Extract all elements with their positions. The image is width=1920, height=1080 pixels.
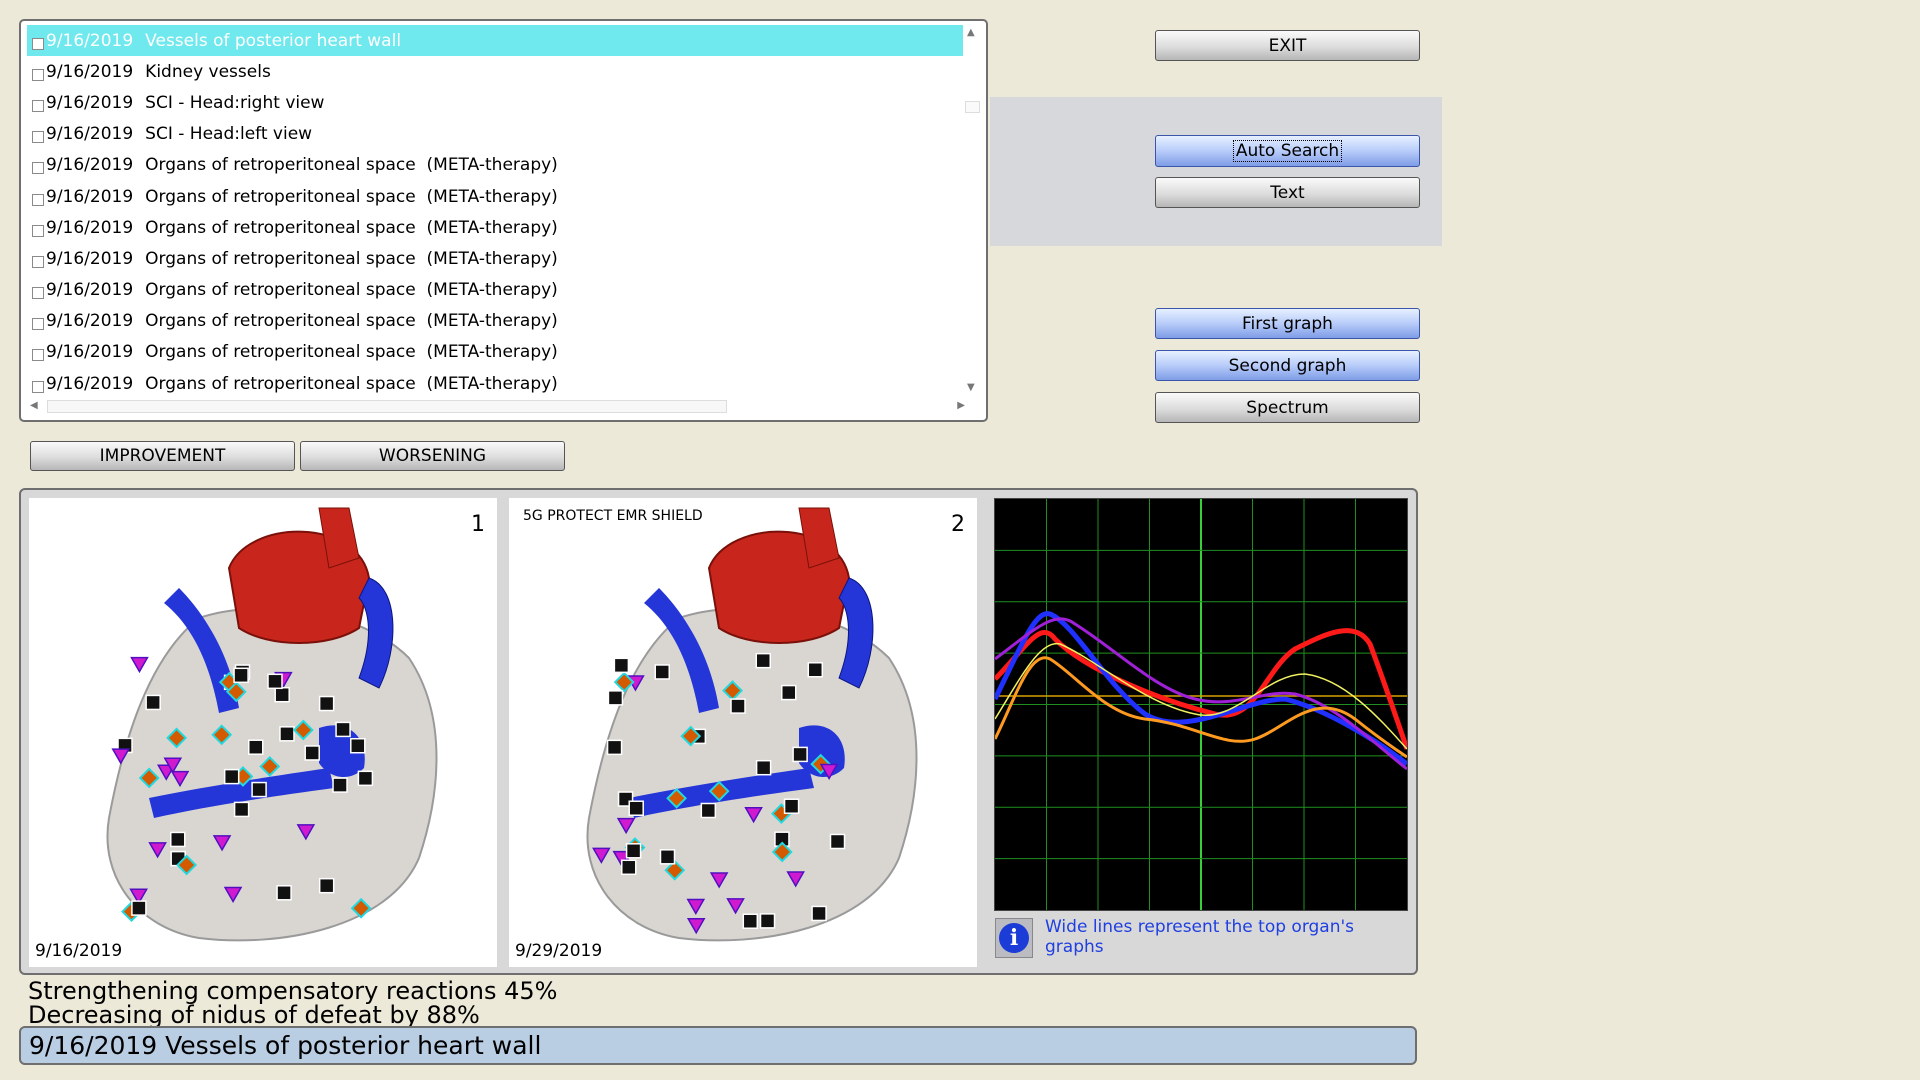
row-checkbox[interactable] [32,162,44,175]
text-button-label: Text [1270,182,1305,203]
image-number: 1 [471,512,485,537]
row-checkbox[interactable] [32,349,44,362]
session-list-panel: 9/16/2019 Vessels of posterior heart wall… [19,19,988,422]
heart-anatomy-image [586,507,918,942]
row-checkbox[interactable] [32,68,44,81]
item-name: SCI - Head:right view [145,92,325,113]
image-number: 2 [951,512,965,537]
item-name: Organs of retroperitoneal space (META-th… [145,186,558,207]
session-list-item[interactable]: 9/16/2019 SCI - Head:left view [27,119,973,150]
item-date: 9/16/2019 [46,248,134,269]
item-name: Kidney vessels [145,61,271,82]
session-list-item[interactable]: 9/16/2019 Organs of retroperitoneal space… [27,275,973,306]
image-date: 9/16/2019 [35,941,123,961]
item-name: Organs of retroperitoneal space (META-th… [145,155,558,176]
session-list-item[interactable]: 9/16/2019 Organs of retroperitoneal space… [27,150,973,181]
item-date: 9/16/2019 [46,30,134,51]
status-bar: 9/16/2019 Vessels of posterior heart wal… [19,1026,1417,1065]
item-name: Organs of retroperitoneal space (META-th… [145,248,558,269]
item-name: Organs of retroperitoneal space (META-th… [145,342,558,363]
vertical-scrollbar[interactable]: ▲ ▼ [963,25,980,395]
info-icon: i [995,918,1033,958]
horizontal-scrollbar[interactable]: ◀ ▶ [27,398,968,416]
session-list[interactable]: 9/16/2019 Vessels of posterior heart wall… [27,25,973,395]
row-checkbox[interactable] [32,318,44,331]
first-graph-button-label: First graph [1242,313,1333,334]
item-date: 9/16/2019 [46,155,134,176]
image-caption: 5G PROTECT EMR SHIELD [523,508,703,524]
horizontal-scroll-thumb[interactable] [47,400,727,413]
spectrum-button[interactable]: Spectrum [1155,392,1420,423]
item-date: 9/16/2019 [46,124,134,145]
text-button[interactable]: Text [1155,177,1420,208]
session-list-item[interactable]: 9/16/2019 Organs of retroperitoneal space… [27,181,973,212]
scroll-right-arrow-icon[interactable]: ▶ [957,400,965,411]
scroll-up-arrow-icon[interactable]: ▲ [967,27,975,38]
first-graph-button[interactable]: First graph [1155,308,1420,339]
session-list-item[interactable]: 9/16/2019 Organs of retroperitoneal space… [27,306,973,337]
improvement-button-label: IMPROVEMENT [99,446,226,466]
row-checkbox[interactable] [32,37,44,50]
first-heart-image[interactable]: 1 9/16/2019 [29,498,497,967]
second-graph-button[interactable]: Second graph [1155,350,1420,381]
worsening-button[interactable]: WORSENING [300,441,565,471]
vertical-scroll-thumb[interactable] [965,101,980,113]
item-date: 9/16/2019 [46,311,134,332]
item-date: 9/16/2019 [46,92,134,113]
item-date: 9/16/2019 [46,280,134,301]
spectrum-button-label: Spectrum [1246,397,1329,418]
auto-search-button-label: Auto Search [1232,140,1343,162]
row-checkbox[interactable] [32,380,44,393]
session-list-item[interactable]: 9/16/2019 Organs of retroperitoneal space… [27,337,973,368]
row-checkbox[interactable] [32,255,44,268]
row-checkbox[interactable] [32,99,44,112]
exit-button-label: EXIT [1268,35,1307,56]
session-list-item[interactable]: 9/16/2019 Organs of retroperitoneal space… [27,243,973,274]
item-name: Vessels of posterior heart wall [145,30,402,51]
graph-info-text: Wide lines represent the top organ's gra… [1045,917,1355,957]
row-checkbox[interactable] [32,224,44,237]
item-date: 9/16/2019 [46,342,134,363]
exit-button[interactable]: EXIT [1155,30,1420,61]
session-list-item[interactable]: 9/16/2019 SCI - Head:right view [27,87,973,118]
item-name: SCI - Head:left view [145,124,313,145]
session-list-item[interactable]: 9/16/2019 Organs of retroperitoneal space… [27,368,973,395]
row-checkbox[interactable] [32,193,44,206]
search-options-band [990,97,1442,246]
scroll-down-arrow-icon[interactable]: ▼ [967,382,975,393]
item-date: 9/16/2019 [46,61,134,82]
result-nidus: Decreasing of nidus of defeat by 88% [28,1001,480,1029]
result-compensatory: Strengthening compensatory reactions 45% [28,977,558,1005]
status-text: 9/16/2019 Vessels of posterior heart wal… [29,1031,542,1060]
item-name: Organs of retroperitoneal space (META-th… [145,373,558,394]
item-date: 9/16/2019 [46,373,134,394]
graph-canvas [992,499,1410,910]
item-name: Organs of retroperitoneal space (META-th… [145,217,558,238]
heart-anatomy-image [106,507,438,942]
comparison-panel: 1 9/16/2019 5G PROTECT EMR SHIELD 2 9/29… [19,488,1418,975]
item-name: Organs of retroperitoneal space (META-th… [145,311,558,332]
worsening-button-label: WORSENING [378,446,487,466]
auto-search-button[interactable]: Auto Search [1155,135,1420,167]
second-graph-button-label: Second graph [1228,355,1347,376]
item-name: Organs of retroperitoneal space (META-th… [145,280,558,301]
item-date: 9/16/2019 [46,217,134,238]
row-checkbox[interactable] [32,287,44,300]
second-heart-image[interactable]: 5G PROTECT EMR SHIELD 2 9/29/2019 [509,498,977,967]
image-date: 9/29/2019 [515,941,603,961]
spectrum-graph[interactable] [992,498,1410,911]
row-checkbox[interactable] [32,131,44,144]
session-list-item[interactable]: 9/16/2019 Kidney vessels [27,56,973,87]
session-list-item[interactable]: 9/16/2019 Vessels of posterior heart wall [27,25,973,57]
session-list-item[interactable]: 9/16/2019 Organs of retroperitoneal space… [27,212,973,243]
improvement-button[interactable]: IMPROVEMENT [30,441,295,471]
scroll-left-arrow-icon[interactable]: ◀ [30,400,38,411]
item-date: 9/16/2019 [46,186,134,207]
